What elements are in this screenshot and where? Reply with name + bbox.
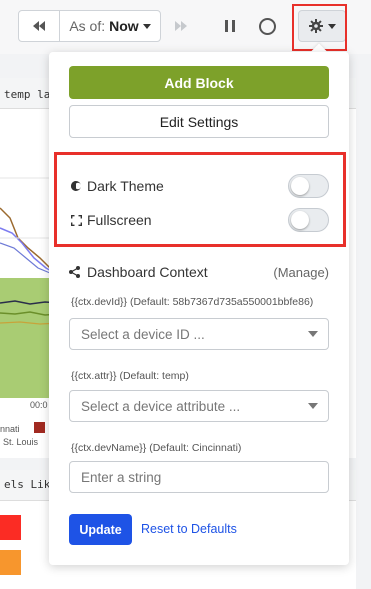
toggle-knob [291, 211, 309, 229]
settings-dropdown-panel: Add Block Edit Settings Dark Theme Fulls… [49, 52, 349, 565]
device-name-input[interactable]: Enter a string [69, 461, 329, 493]
rewind-icon [33, 21, 45, 31]
legend-swatch [34, 422, 45, 433]
legend-label: St. Louis [3, 437, 39, 447]
pause-button[interactable] [219, 10, 241, 42]
device-attribute-select[interactable]: Select a device attribute ... [69, 390, 329, 422]
toggle-knob [291, 177, 309, 195]
widget-title: temp la [4, 88, 51, 101]
refresh-icon [258, 17, 276, 35]
device-id-select[interactable]: Select a device ID ... [69, 318, 329, 350]
time-axis-label: 00:0 [30, 400, 48, 410]
as-of-dropdown[interactable]: As of: Now [59, 10, 161, 42]
dashboard-context-header: Dashboard Context (Manage) [69, 263, 329, 281]
fast-forward-icon [175, 21, 187, 31]
legend-label: nnati [0, 424, 20, 434]
device-attribute-placeholder: Select a device attribute ... [81, 398, 241, 414]
fullscreen-icon [69, 214, 83, 226]
rewind-button[interactable] [18, 10, 60, 42]
dark-theme-row: Dark Theme [69, 174, 329, 198]
toggles-highlight-box [54, 152, 346, 247]
devname-label: {{ctx.devName}} (Default: Cincinnati) [71, 442, 242, 454]
edit-settings-button[interactable]: Edit Settings [69, 105, 329, 138]
chevron-down-icon [308, 331, 318, 337]
attr-label: {{ctx.attr}} (Default: temp) [71, 370, 189, 382]
device-name-placeholder: Enter a string [81, 469, 162, 485]
fullscreen-toggle[interactable] [288, 208, 329, 232]
as-of-label: As of: [69, 18, 106, 34]
dashboard-context-title: Dashboard Context [87, 264, 208, 280]
as-of-value: Now [109, 18, 139, 34]
refresh-button[interactable] [256, 10, 278, 42]
color-swatch [0, 515, 21, 540]
dark-theme-label: Dark Theme [87, 178, 164, 194]
fast-forward-button[interactable] [168, 10, 194, 42]
manage-link[interactable]: (Manage) [273, 265, 329, 280]
pause-icon [225, 20, 235, 32]
devid-label: {{ctx.devId}} (Default: 58b7367d735a5500… [71, 296, 314, 308]
dark-theme-toggle[interactable] [288, 174, 329, 198]
add-block-button[interactable]: Add Block [69, 66, 329, 99]
chevron-down-icon [142, 23, 151, 29]
fullscreen-label: Fullscreen [87, 212, 152, 228]
widget-title: els Lik [4, 478, 51, 491]
chevron-down-icon [308, 403, 318, 409]
device-id-placeholder: Select a device ID ... [81, 326, 205, 342]
fullscreen-row: Fullscreen [69, 208, 329, 232]
reset-to-defaults-link[interactable]: Reset to Defaults [141, 522, 237, 536]
color-swatch [0, 550, 21, 575]
share-icon [69, 266, 83, 278]
dark-theme-icon [69, 180, 83, 192]
update-button[interactable]: Update [69, 514, 132, 545]
